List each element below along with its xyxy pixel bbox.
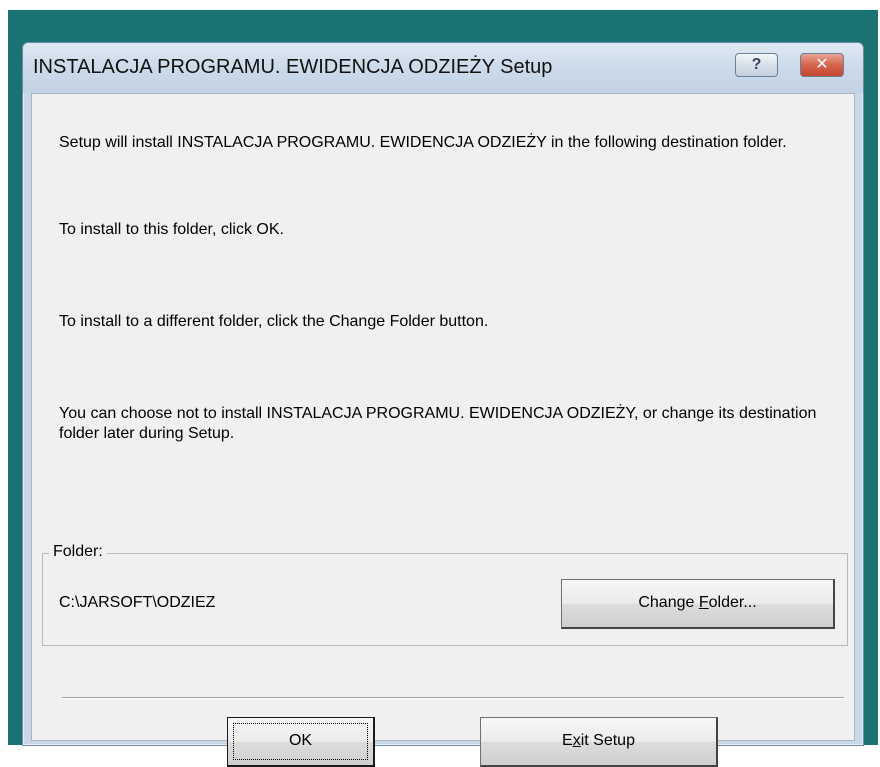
choose-not-install-text: You can choose not to install INSTALACJA…	[59, 405, 817, 442]
change-folder-instruction: To install to a different folder, click …	[59, 313, 489, 330]
folder-groupbox: Folder: C:\JARSOFT\ODZIEZ Change Folder.…	[42, 543, 848, 646]
title-bar[interactable]: INSTALACJA PROGRAMU. EWIDENCJA ODZIEŻY S…	[23, 43, 863, 93]
setup-dialog: INSTALACJA PROGRAMU. EWIDENCJA ODZIEŻY S…	[22, 42, 864, 767]
folder-path: C:\JARSOFT\ODZIEZ	[59, 594, 216, 611]
help-icon: ?	[751, 56, 762, 73]
help-button[interactable]: ?	[735, 53, 778, 77]
exit-label-pre: E	[562, 732, 573, 749]
ok-button[interactable]: OK	[227, 717, 375, 767]
change-folder-label-pre: Change	[638, 594, 699, 611]
change-folder-button[interactable]: Change Folder...	[561, 579, 835, 629]
exit-hotkey: x	[572, 732, 581, 749]
folder-label: Folder:	[49, 543, 107, 561]
exit-label-post: it Setup	[580, 732, 635, 749]
close-button[interactable]: ✕	[800, 53, 844, 77]
install-ok-instruction: To install to this folder, click OK.	[59, 221, 284, 238]
exit-setup-button[interactable]: Exit Setup	[480, 717, 718, 767]
button-separator	[62, 697, 844, 699]
dialog-body: Setup will install INSTALACJA PROGRAMU. …	[31, 93, 855, 767]
change-folder-hotkey: F	[698, 594, 709, 611]
install-destination-text: Setup will install INSTALACJA PROGRAMU. …	[59, 134, 787, 151]
window-title: INSTALACJA PROGRAMU. EWIDENCJA ODZIEŻY S…	[33, 56, 553, 78]
change-folder-label-post: older...	[708, 594, 757, 611]
close-icon: ✕	[815, 56, 829, 73]
focus-rectangle	[233, 723, 368, 760]
